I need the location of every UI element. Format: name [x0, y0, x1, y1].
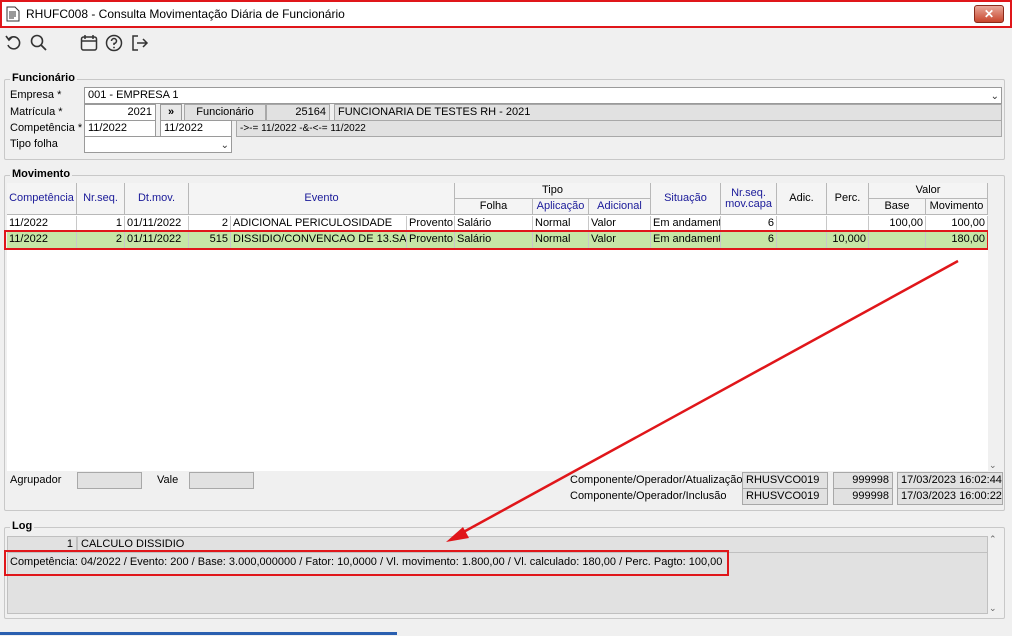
search-icon[interactable]: [29, 33, 49, 53]
toolbar: [0, 28, 1012, 62]
atualizacao-label: Componente/Operador/Atualização: [570, 474, 743, 486]
col-evento[interactable]: Evento: [189, 183, 455, 215]
col-nrseq[interactable]: Nr.seq.: [77, 183, 125, 215]
col-valor-group: Valor: [869, 183, 988, 199]
calendar-icon[interactable]: [79, 33, 99, 53]
col-perc[interactable]: Perc.: [827, 183, 869, 215]
empresa-label: Empresa *: [10, 89, 62, 101]
log-section-title: Log: [10, 520, 35, 532]
inclusao-operador: 999998: [833, 488, 893, 505]
atualizacao-componente: RHUSVCO019: [742, 472, 828, 489]
col-aplicacao[interactable]: Aplicação: [533, 199, 589, 215]
agrupador-field: [77, 472, 142, 489]
tipo-folha-label: Tipo folha: [10, 138, 58, 150]
inclusao-componente: RHUSVCO019: [742, 488, 828, 505]
funcionario-label: Funcionário: [184, 104, 266, 121]
vale-field: [189, 472, 254, 489]
empresa-select[interactable]: 001 - EMPRESA 1 ⌄: [84, 87, 1002, 104]
atualizacao-data: 17/03/2023 16:02:44: [897, 472, 1003, 489]
col-situacao[interactable]: Situação: [651, 183, 721, 215]
matricula-label: Matrícula *: [10, 106, 63, 118]
movimento-section-title: Movimento: [10, 168, 73, 180]
competencia-from-input[interactable]: 11/2022: [84, 120, 156, 137]
col-folha[interactable]: Folha: [455, 199, 533, 215]
chevron-down-icon: ⌄: [990, 91, 999, 102]
col-dtmov[interactable]: Dt.mov.: [125, 183, 189, 215]
chevron-up-icon[interactable]: ⌃: [989, 534, 997, 545]
funcionario-section-title: Funcionário: [10, 72, 77, 84]
inclusao-label: Componente/Operador/Inclusão: [570, 490, 727, 502]
exit-icon[interactable]: [130, 33, 150, 53]
log-scrollbar[interactable]: ⌃ ⌄: [988, 534, 1000, 614]
col-competencia[interactable]: Competência: [7, 183, 77, 215]
inclusao-data: 17/03/2023 16:00:22: [897, 488, 1003, 505]
matricula-lookup-button[interactable]: »: [160, 104, 182, 121]
col-tipo-group: Tipo: [455, 183, 651, 199]
document-icon: [6, 6, 20, 22]
competencia-filter: ->-= 11/2022 -&-<-= 11/2022: [236, 120, 1002, 137]
close-button[interactable]: ✕: [974, 5, 1004, 23]
window-title: RHUFC008 - Consulta Movimentação Diária …: [26, 7, 345, 21]
tipo-folha-select[interactable]: ⌄: [84, 136, 232, 153]
taskbar-edge: [0, 632, 397, 635]
title-bar: RHUFC008 - Consulta Movimentação Diária …: [0, 0, 1012, 28]
col-base[interactable]: Base: [869, 199, 926, 215]
chevron-down-icon[interactable]: ⌄: [989, 603, 997, 614]
vale-label: Vale: [157, 474, 179, 486]
highlight-row-box: [4, 230, 989, 250]
col-adicional[interactable]: Adicional: [589, 199, 651, 215]
col-adic[interactable]: Adic.: [777, 183, 827, 215]
matricula-input[interactable]: 2021: [84, 104, 156, 121]
col-movimento[interactable]: Movimento: [926, 199, 988, 215]
empresa-value: 001 - EMPRESA 1: [88, 89, 179, 101]
atualizacao-operador: 999998: [833, 472, 893, 489]
movimento-scrollbar[interactable]: ⌄: [988, 183, 1000, 471]
competencia-to-input[interactable]: 11/2022: [160, 120, 232, 137]
col-nrseq-mov-capa[interactable]: Nr.seq. mov.capa: [721, 183, 777, 215]
help-icon[interactable]: [104, 33, 124, 53]
chevron-down-icon[interactable]: ⌄: [989, 460, 997, 471]
competencia-label: Competência *: [10, 122, 83, 134]
agrupador-label: Agrupador: [10, 474, 62, 486]
movimento-table: Competência Nr.seq. Dt.mov. Evento Tipo …: [4, 183, 989, 471]
highlight-log-box: [4, 550, 729, 576]
funcionario-name: FUNCIONARIA DE TESTES RH - 2021: [334, 104, 1002, 121]
chevron-down-icon: ⌄: [220, 140, 229, 151]
refresh-icon[interactable]: [4, 33, 24, 53]
funcionario-code: 25164: [266, 104, 330, 121]
